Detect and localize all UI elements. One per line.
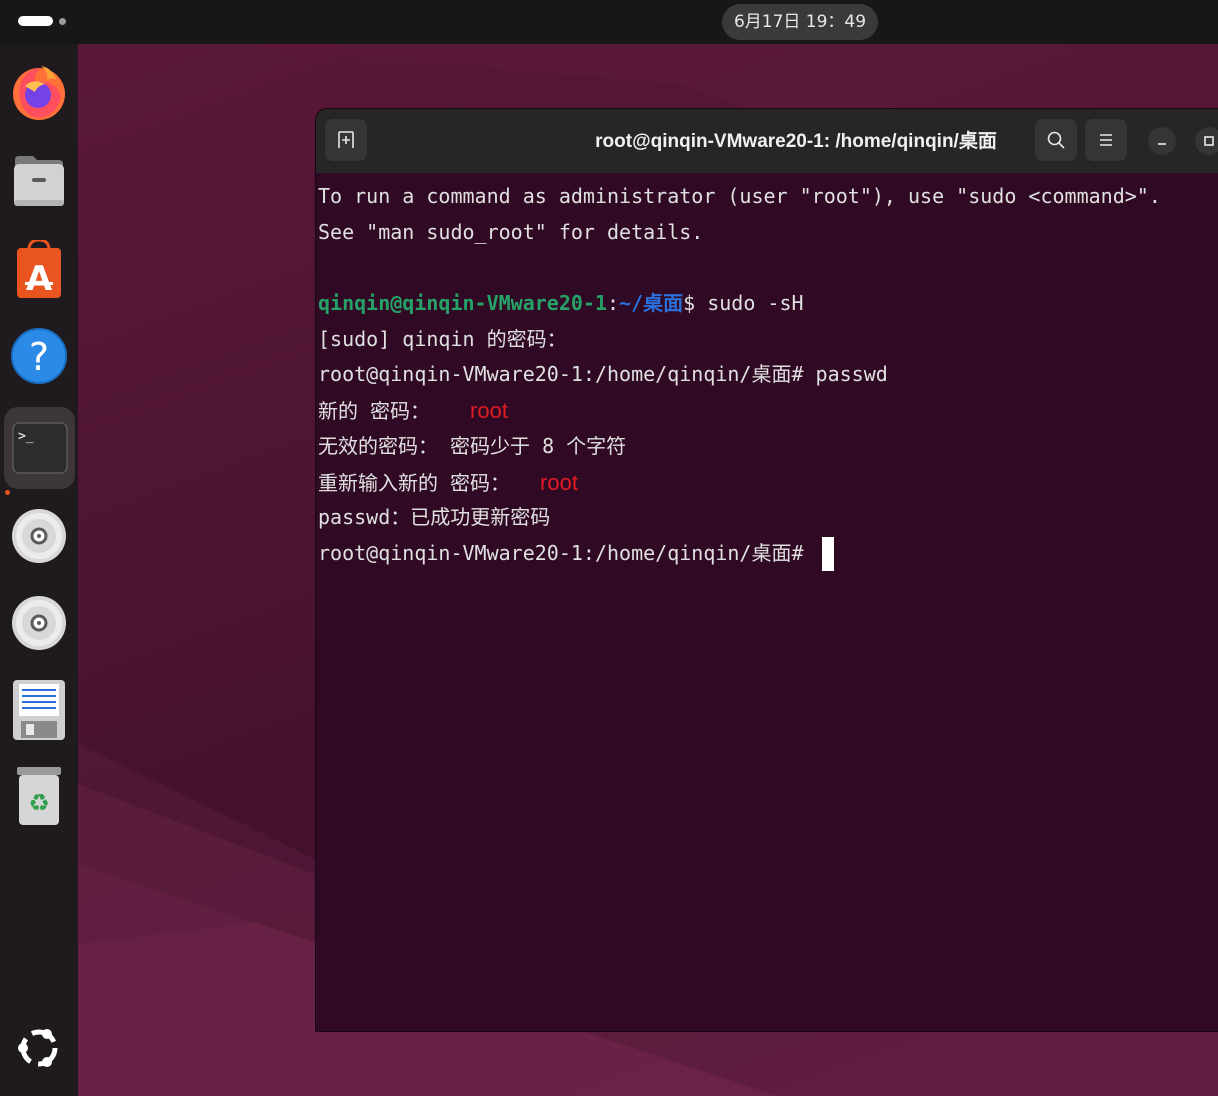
terminal-titlebar[interactable]: root@qinqin-VMware20-1: /home/qinqin/桌面	[316, 109, 1218, 173]
terminal-line-empty	[318, 250, 1218, 286]
files-icon	[14, 156, 64, 206]
clock[interactable]: 6月17日 19：49	[722, 4, 878, 40]
terminal-line: To run a command as administrator (user …	[318, 184, 1161, 208]
prompt-user: qinqin@qinqin-VMware20-1	[318, 291, 607, 316]
terminal-line: 新的 密码： root	[318, 393, 1218, 429]
prompt-path: ~/桌面	[619, 291, 684, 316]
dock-item-save[interactable]	[9, 680, 69, 740]
hamburger-menu-icon	[1100, 134, 1112, 146]
maximize-button[interactable]	[1195, 127, 1218, 155]
minimize-icon	[1158, 143, 1166, 145]
dock-item-disc-1[interactable]	[9, 506, 69, 566]
dock-item-show-apps[interactable]	[9, 1018, 69, 1078]
new-tab-icon	[338, 131, 354, 148]
search-icon	[1047, 131, 1065, 149]
floppy-icon	[13, 680, 65, 740]
firefox-icon	[13, 66, 65, 120]
help-icon: ?	[11, 328, 67, 384]
search-button[interactable]	[1035, 119, 1077, 161]
ubuntu-logo-icon	[18, 1029, 58, 1067]
disc-icon	[12, 509, 66, 563]
new-tab-button[interactable]	[325, 119, 367, 161]
svg-text:?: ?	[29, 335, 49, 379]
terminal-prompt-line: qinqin@qinqin-VMware20-1:~/桌面$ sudo -sH	[318, 286, 1218, 322]
minimize-button[interactable]	[1148, 127, 1176, 155]
terminal-line: 重新输入新的 密码： root	[318, 465, 1218, 501]
terminal-line: passwd：已成功更新密码	[318, 505, 551, 530]
activities-indicator[interactable]	[18, 16, 66, 28]
svg-text:>_: >_	[18, 429, 34, 444]
dock-item-app-center[interactable]: A	[9, 240, 69, 300]
prompt-separator: :	[606, 291, 620, 316]
workspace-active-pill	[18, 16, 53, 26]
terminal-icon: >_	[11, 422, 68, 474]
terminal-line: 无效的密码： 密码少于 8 个字符	[318, 433, 627, 458]
prompt-command: $ sudo -sH	[683, 291, 804, 316]
top-bar: 6月17日 19：49	[0, 0, 1218, 44]
terminal-line: See "man sudo_root" for details.	[318, 219, 704, 244]
annotation-root: root	[470, 398, 508, 424]
dock-item-disc-2[interactable]	[9, 593, 69, 653]
dock-item-firefox[interactable]	[9, 62, 69, 122]
disc-icon	[12, 596, 66, 650]
terminal-running-indicator	[5, 490, 10, 495]
terminal-output[interactable]: To run a command as administrator (user …	[318, 179, 1218, 572]
terminal-line: [sudo] qinqin 的密码：	[318, 326, 567, 351]
app-center-icon: A	[17, 240, 61, 299]
dock-item-terminal[interactable]: >_	[4, 407, 75, 489]
terminal-window[interactable]: root@qinqin-VMware20-1: /home/qinqin/桌面 …	[315, 108, 1218, 1032]
svg-text:♻: ♻	[28, 789, 50, 817]
dock-item-files[interactable]	[9, 150, 69, 210]
dock-item-trash[interactable]: ♻	[9, 766, 69, 826]
trash-icon: ♻	[17, 767, 61, 825]
dock: A ? >_ ♻	[0, 44, 78, 1096]
menu-button[interactable]	[1085, 119, 1127, 161]
window-title: root@qinqin-VMware20-1: /home/qinqin/桌面	[595, 131, 997, 152]
new-password-label: 新的 密码：	[318, 399, 431, 424]
svg-text:A: A	[26, 259, 53, 299]
maximize-icon	[1204, 136, 1214, 146]
dock-item-help[interactable]: ?	[9, 326, 69, 386]
annotation-root: root	[540, 469, 578, 495]
workspace-dot	[59, 18, 66, 25]
current-prompt-text: root@qinqin-VMware20-1:/home/qinqin/桌面#	[318, 540, 816, 565]
terminal-current-prompt[interactable]: root@qinqin-VMware20-1:/home/qinqin/桌面#	[318, 536, 1218, 572]
terminal-cursor	[821, 537, 834, 572]
terminal-line: root@qinqin-VMware20-1:/home/qinqin/桌面# …	[318, 362, 888, 387]
retype-password-label: 重新输入新的 密码：	[318, 470, 511, 495]
